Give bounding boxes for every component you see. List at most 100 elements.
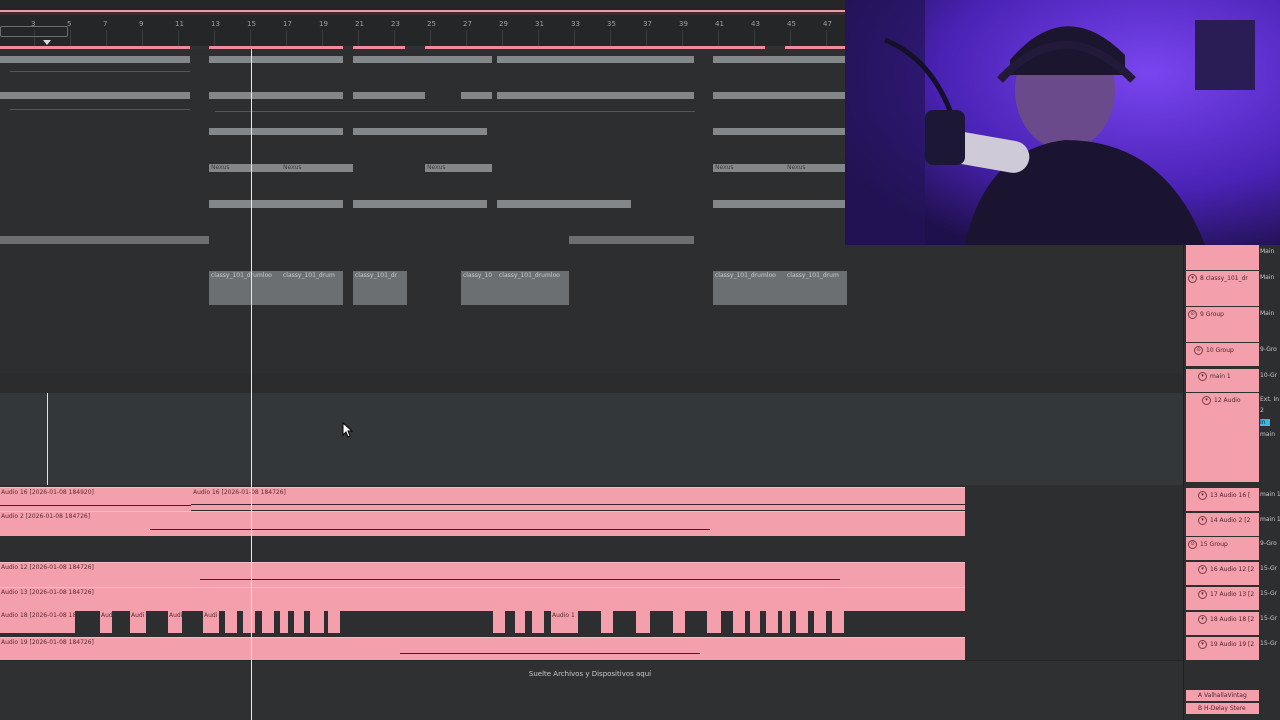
clip-label: Nexus (211, 164, 230, 171)
fold-toggle-icon[interactable]: ▾ (1198, 372, 1207, 381)
output-routing[interactable]: Main (1260, 248, 1280, 255)
track-header[interactable]: ▾ 14 Audio 2 [2 (1186, 513, 1259, 536)
midi-notes (10, 109, 190, 110)
drum-loop-clip[interactable]: classy_101_dr (353, 271, 407, 305)
ruler-bar-number: 21 (355, 20, 364, 28)
nexus-clip[interactable]: Nexus (785, 164, 845, 172)
track-header[interactable]: ⊙ 10 Group (1186, 343, 1259, 366)
track-header[interactable]: ▾ 8 classy_101_dr (1186, 271, 1259, 306)
track-header[interactable]: ▾ 13 Audio 16 [ (1186, 488, 1259, 511)
track-name: 17 Audio 13 [2 (1210, 591, 1255, 598)
drop-zone[interactable] (0, 660, 1183, 720)
audio-clip[interactable]: Audio 13 [2026-01-08 184726] (0, 587, 965, 611)
midi-clip[interactable] (713, 92, 845, 99)
loop-brace[interactable] (0, 26, 68, 37)
return-track-b[interactable]: B H-Delay Stere (1186, 703, 1259, 714)
output-routing[interactable]: 9-Gro (1260, 346, 1280, 353)
fold-toggle-icon[interactable]: ▾ (1202, 396, 1211, 405)
track-header-panel[interactable]: Main ▾ 8 classy_101_dr Main ⊙ 9 Group Main ⊙ 10 … (1183, 245, 1280, 720)
track-header[interactable]: ▾ 18 Audio 18 [2 (1186, 612, 1259, 635)
track-header[interactable] (1186, 245, 1259, 270)
clip-label: Audi (169, 612, 183, 619)
track-header[interactable]: ▾ 17 Audio 13 [2 (1186, 587, 1259, 610)
nexus-clip[interactable]: Nexus (425, 164, 492, 172)
midi-clip[interactable] (497, 56, 694, 63)
midi-clip[interactable] (353, 128, 487, 135)
drum-loop-clip[interactable]: classy_101_drumloo (497, 271, 569, 305)
track-header[interactable]: ▾ main 1 (1186, 369, 1259, 392)
audio-clip[interactable]: Audio 12 [2026-01-08 184726] (0, 562, 965, 587)
fold-toggle-icon[interactable]: ⊙ (1188, 540, 1197, 549)
drum-loop-clip[interactable]: classy_101_drumloo (713, 271, 785, 305)
output-routing[interactable]: Main (1260, 310, 1280, 317)
fold-toggle-icon[interactable]: ▾ (1198, 491, 1207, 500)
track-header[interactable]: ⊙ 9 Group (1186, 307, 1259, 342)
track-lane-audio12[interactable] (0, 393, 1183, 486)
clip-label: classy_101_drumloo (211, 272, 272, 279)
fold-toggle-icon[interactable]: ▾ (1188, 274, 1197, 283)
output-routing[interactable]: 15-Gr (1260, 565, 1280, 572)
midi-clip[interactable] (0, 56, 190, 63)
start-marker-icon[interactable] (43, 40, 51, 45)
output-routing[interactable]: main 1 (1260, 516, 1280, 523)
midi-clip[interactable] (209, 56, 343, 63)
nexus-clip[interactable]: Nexus (713, 164, 785, 172)
drum-loop-clip[interactable]: classy_101_drum (785, 271, 847, 305)
output-routing[interactable]: 15-Gr (1260, 615, 1280, 622)
midi-clip[interactable] (209, 128, 343, 135)
audio-clip[interactable]: Audio 2 [2026-01-08 184726] (0, 511, 965, 536)
midi-clip[interactable] (461, 92, 492, 99)
midi-clip[interactable] (209, 200, 343, 208)
midi-clip[interactable] (713, 128, 845, 135)
track-lane-group15[interactable] (0, 535, 1183, 561)
output-routing[interactable]: 9-Gro (1260, 540, 1280, 547)
midi-clip[interactable] (353, 56, 492, 63)
midi-clip[interactable] (353, 200, 487, 208)
return-track-a[interactable]: A ValhallaVintag (1186, 690, 1259, 701)
midi-clip[interactable] (497, 92, 694, 99)
monitor-setting[interactable]: main (1260, 431, 1280, 438)
audio18-clips[interactable]: Audio 18 [2026-01-08 18 Audi Audi Audi A… (0, 611, 850, 635)
track-lane-group10[interactable] (0, 349, 1183, 374)
output-routing[interactable]: 15-Gr (1260, 590, 1280, 597)
audio-clip[interactable]: Audio 19 [2026-01-08 184726] (0, 637, 965, 660)
clip-label: classy_10 (463, 272, 493, 279)
fold-toggle-icon[interactable]: ⊙ (1194, 346, 1203, 355)
midi-clip[interactable] (0, 236, 209, 244)
midi-clip[interactable] (497, 200, 631, 208)
nexus-clip[interactable]: Nexus (281, 164, 353, 172)
drum-loop-clip[interactable]: classy_101_drumloo (209, 271, 281, 305)
track-lane-group9[interactable] (0, 315, 1183, 350)
drum-loop-clip[interactable]: classy_101_drum (281, 271, 343, 305)
fold-toggle-icon[interactable]: ▾ (1198, 565, 1207, 574)
fold-toggle-icon[interactable]: ▾ (1198, 516, 1207, 525)
track-lane-main1[interactable] (0, 373, 1183, 394)
midi-clip[interactable] (353, 92, 425, 99)
timeline-ruler[interactable]: 3 5 7 9 11 13 15 17 19 21 23 25 27 29 31 33 35 37 39 41 43 45… (0, 0, 845, 49)
output-routing[interactable]: main 1 (1260, 491, 1280, 498)
track-header[interactable]: ▾ 12 Audio (1186, 393, 1259, 482)
drum-loop-clip[interactable]: classy_10 (461, 271, 497, 305)
output-routing[interactable]: 15-Gr (1260, 640, 1280, 647)
midi-clip[interactable] (713, 56, 845, 63)
playhead[interactable] (251, 49, 252, 720)
fold-toggle-icon[interactable]: ▾ (1198, 615, 1207, 624)
midi-clip[interactable] (0, 92, 190, 99)
midi-clip[interactable] (209, 92, 343, 99)
track-header[interactable]: ▾ 19 Audio 19 [2 (1186, 637, 1259, 660)
midi-clip[interactable] (713, 200, 845, 208)
output-routing[interactable]: Ext. In (1260, 396, 1280, 403)
nexus-clip[interactable]: Nexus (209, 164, 281, 172)
track-lane-drums[interactable] (0, 265, 1183, 316)
fold-toggle-icon[interactable]: ▾ (1198, 590, 1207, 599)
monitor-setting[interactable]: In (1260, 419, 1270, 426)
track-header[interactable]: ▾ 16 Audio 12 [2 (1186, 562, 1259, 585)
track-header[interactable]: ⊙ 15 Group (1186, 537, 1259, 560)
output-routing[interactable]: Main (1260, 274, 1280, 281)
fold-toggle-icon[interactable]: ⊙ (1188, 310, 1197, 319)
monitor-setting[interactable]: 2 (1260, 407, 1280, 414)
fold-toggle-icon[interactable]: ▾ (1198, 640, 1207, 649)
output-routing[interactable]: 10-Gr (1260, 372, 1280, 379)
audio-clip[interactable]: Audio 16 [2026-01-08 184726] (191, 487, 965, 510)
midi-clip[interactable] (569, 236, 694, 244)
